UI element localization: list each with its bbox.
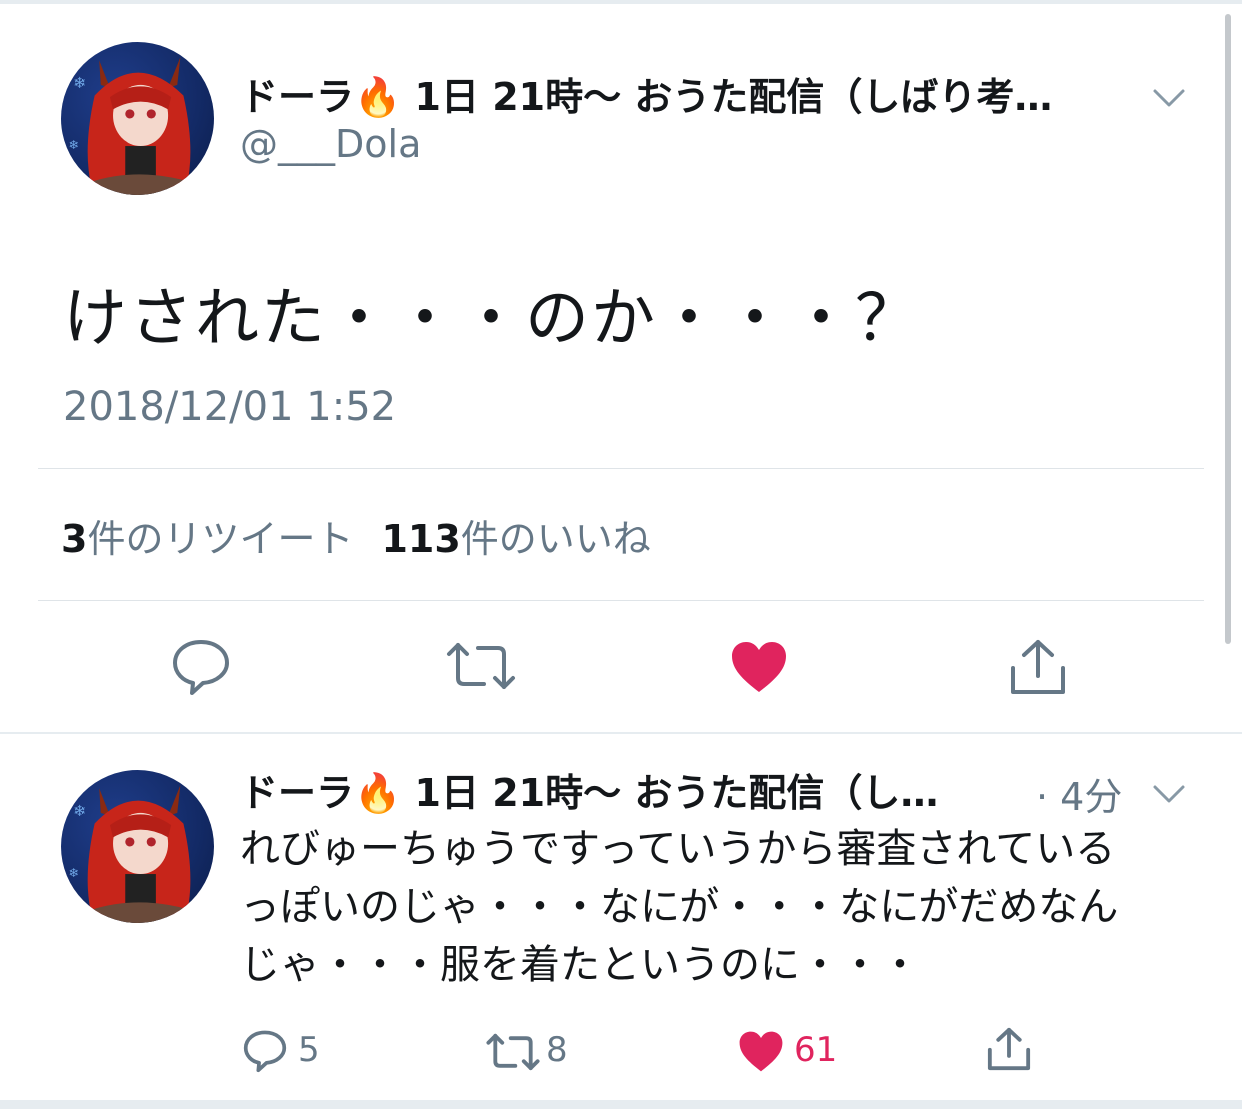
reply-text-line: じゃ・・・服を着たというのに・・・ [240, 942, 920, 988]
reply-text-line: れびゅーちゅうですっていうから審査されている [240, 826, 1116, 872]
retweet-count: 8 [546, 1030, 568, 1070]
like-count: 61 [794, 1030, 838, 1070]
avatar[interactable]: ❄ ❄ ❄ [61, 42, 214, 195]
main-tweet: ❄ ❄ ❄ ドーラ🔥 1日 21時〜 おうた配信（しばり考… @___Dola … [0, 4, 1242, 732]
reply-text-line: っぽいのじゃ・・・なにが・・・なにがだめなん [240, 884, 1119, 930]
timestamp[interactable]: 2018/12/01 1:52 [63, 384, 396, 430]
like-button[interactable] [730, 640, 788, 694]
reply-retweet-button[interactable] [486, 1032, 540, 1072]
reply-avatar[interactable]: ❄ ❄ ❄ [61, 770, 214, 923]
chevron-down-icon[interactable] [1152, 784, 1186, 804]
svg-text:❄: ❄ [73, 74, 86, 92]
like-stat[interactable]: 113件のいいね [381, 517, 650, 561]
section-separator [0, 732, 1242, 734]
svg-text:❄: ❄ [73, 802, 86, 820]
like-count: 113 [381, 517, 461, 561]
retweet-stat[interactable]: 3件のリツイート [61, 517, 353, 561]
reply-time[interactable]: · 4分 [1036, 766, 1122, 821]
reply-text: れびゅーちゅうですっていうから審査されている っぽいのじゃ・・・なにが・・・なに… [240, 820, 1200, 994]
share-icon [987, 1027, 1031, 1071]
display-name[interactable]: ドーラ🔥 1日 21時〜 おうた配信（しばり考… [240, 66, 1140, 121]
reply-icon [173, 640, 229, 695]
retweet-count: 3 [61, 517, 88, 561]
reply-button[interactable] [170, 636, 232, 698]
reply-display-name[interactable]: ドーラ🔥 1日 21時〜 おうた配信（し… [240, 762, 1005, 817]
retweet-icon [447, 643, 515, 689]
tweet-text: けされた・・・のか・・・？ [63, 282, 921, 356]
reply-like-button[interactable] [738, 1030, 784, 1073]
divider [38, 468, 1204, 469]
handle[interactable]: @___Dola [240, 122, 421, 166]
svg-text:❄: ❄ [69, 866, 79, 880]
like-icon [739, 1031, 783, 1072]
like-icon [732, 642, 786, 692]
retweet-label: 件のリツイート [87, 517, 354, 561]
retweet-icon [486, 1033, 540, 1071]
reply-count: 5 [298, 1030, 320, 1070]
chevron-down-icon[interactable] [1152, 88, 1186, 108]
svg-text:❄: ❄ [69, 138, 79, 152]
divider [38, 600, 1204, 601]
retweet-button[interactable] [446, 640, 516, 692]
share-button[interactable] [1008, 638, 1068, 696]
reply-share-button[interactable] [986, 1026, 1032, 1072]
like-label: 件のいいね [460, 517, 651, 561]
share-icon [1011, 640, 1065, 694]
bottom-separator [0, 1100, 1242, 1109]
reply-reply-button[interactable] [242, 1028, 288, 1074]
tweet-stats: 3件のリツイート 113件のいいね [61, 508, 651, 563]
reply-icon [243, 1030, 287, 1073]
